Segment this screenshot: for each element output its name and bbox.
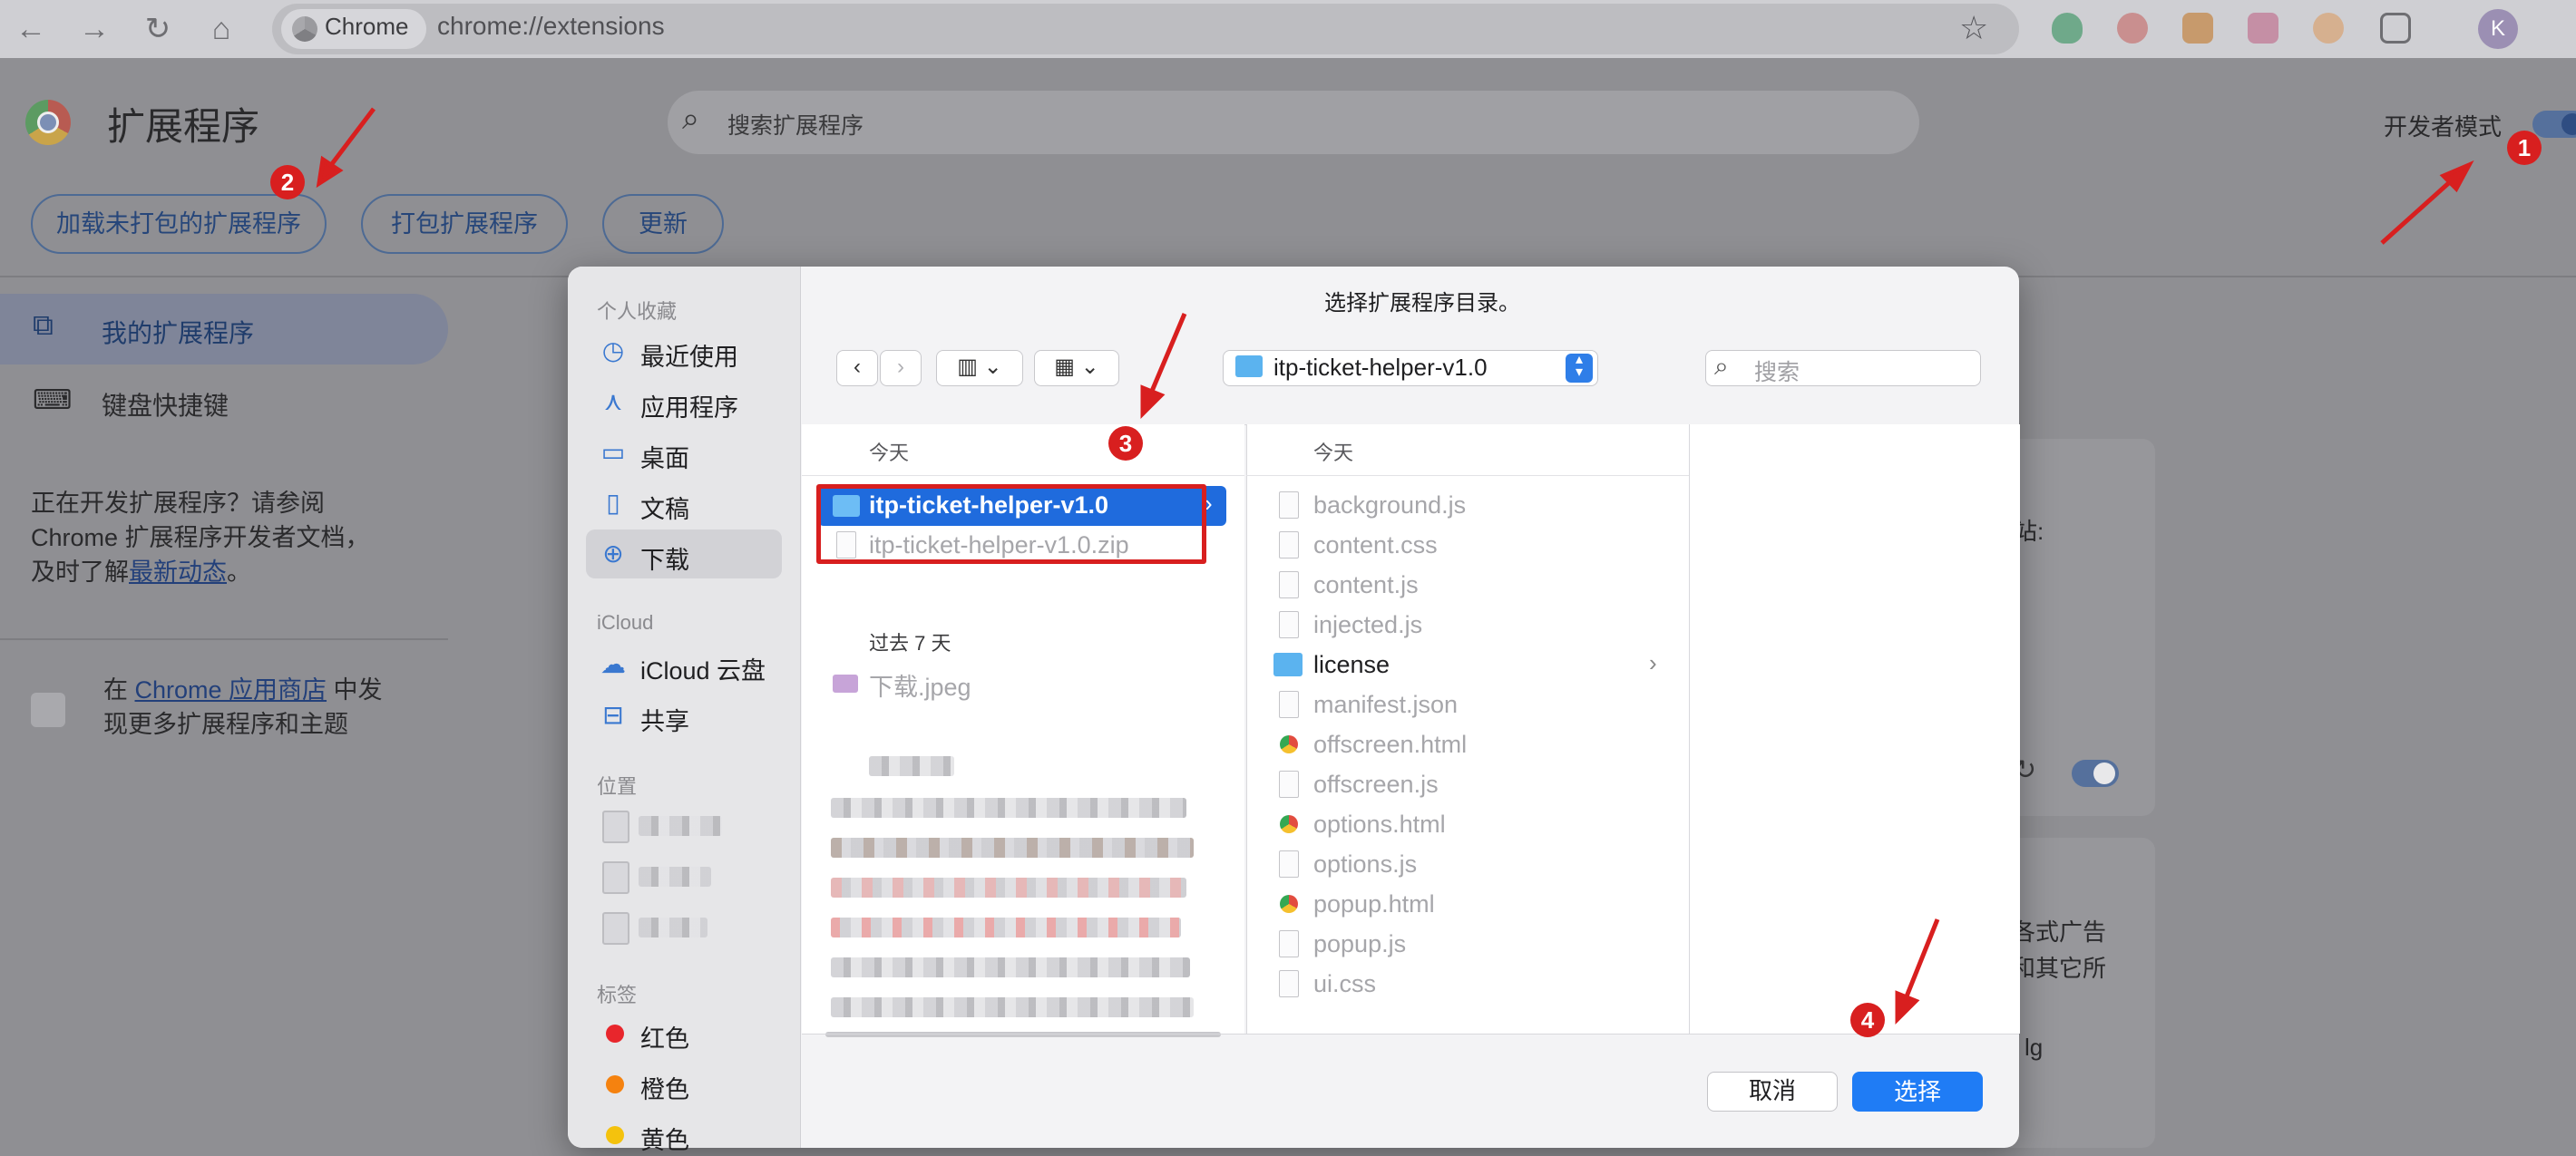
annotation-arrows bbox=[316, 107, 2474, 1025]
annotation-arrow-3-head bbox=[1140, 384, 1166, 420]
annotation-arrow-3 bbox=[1147, 313, 1187, 396]
annotation-arrow-4 bbox=[1902, 918, 1940, 1002]
annotation-arrow-1 bbox=[2380, 178, 2454, 245]
annotation-marker: 4 bbox=[1850, 1003, 1885, 1037]
annotation-arrow-4-head bbox=[1895, 990, 1920, 1025]
annotation-arrow-2 bbox=[327, 107, 376, 170]
annotation-arrow-2-head bbox=[316, 155, 344, 189]
annotation-marker: 2 bbox=[270, 165, 305, 199]
annotation-marker: 3 bbox=[1108, 426, 1143, 461]
annotation-marker: 1 bbox=[2507, 131, 2542, 165]
